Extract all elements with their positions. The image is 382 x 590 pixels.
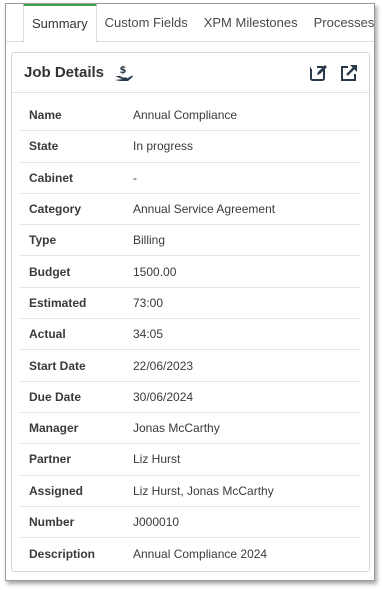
detail-label: Cabinet bbox=[29, 170, 74, 185]
tab-custom-fields[interactable]: Custom Fields bbox=[97, 4, 196, 41]
detail-value: Liz Hurst, Jonas McCarthy bbox=[133, 483, 274, 498]
hand-money-icon: $ bbox=[114, 64, 134, 82]
detail-label: Type bbox=[29, 233, 57, 248]
detail-value: Jonas McCarthy bbox=[133, 421, 220, 436]
detail-value: - bbox=[133, 170, 137, 185]
detail-label: Assigned bbox=[29, 483, 84, 498]
detail-row-start-date: Start Date 22/06/2023 bbox=[19, 350, 361, 382]
detail-value: 73:00 bbox=[133, 295, 164, 310]
detail-label: Partner bbox=[29, 452, 72, 467]
svg-text:$: $ bbox=[120, 65, 127, 76]
detail-value: Annual Service Agreement bbox=[133, 202, 276, 217]
detail-value: Liz Hurst bbox=[133, 452, 181, 467]
detail-row-due-date: Due Date 30/06/2024 bbox=[19, 382, 361, 413]
job-details-panel: Job Details $ Name Annual Compliance Sta… bbox=[11, 52, 370, 572]
detail-label: Start Date bbox=[29, 358, 86, 373]
detail-label: Budget bbox=[29, 264, 71, 279]
detail-row-assigned: Assigned Liz Hurst, Jonas McCarthy bbox=[19, 476, 361, 507]
detail-value: Annual Compliance 2024 bbox=[133, 546, 268, 561]
detail-row-number: Number J000010 bbox=[19, 507, 361, 539]
detail-label: State bbox=[29, 139, 59, 154]
detail-value: J000010 bbox=[133, 515, 180, 529]
detail-row-partner: Partner Liz Hurst bbox=[19, 444, 361, 476]
tab-processes[interactable]: Processes bbox=[306, 4, 374, 41]
detail-value: In progress bbox=[133, 139, 194, 154]
edit-icon[interactable] bbox=[309, 63, 329, 83]
detail-row-category: Category Annual Service Agreement bbox=[19, 194, 361, 226]
detail-label: Name bbox=[29, 108, 62, 123]
detail-label: Description bbox=[29, 546, 96, 561]
detail-row-name: Name Annual Compliance bbox=[19, 100, 361, 132]
detail-value: Billing bbox=[133, 233, 166, 248]
detail-row-state: State In progress bbox=[19, 131, 361, 163]
detail-row-budget: Budget 1500.00 bbox=[19, 256, 361, 288]
panel-header: Job Details $ bbox=[12, 53, 369, 93]
tab-bar: Summary Custom Fields XPM Milestones Pro… bbox=[6, 4, 374, 42]
detail-row-estimated: Estimated 73:00 bbox=[19, 288, 361, 320]
tab-summary[interactable]: Summary bbox=[23, 4, 97, 42]
details-list: Name Annual Compliance State In progress C… bbox=[12, 93, 369, 569]
detail-label: Number bbox=[29, 515, 75, 529]
detail-value: Annual Compliance bbox=[133, 108, 238, 123]
detail-label: Due Date bbox=[29, 389, 82, 404]
detail-label: Actual bbox=[29, 327, 66, 342]
window-frame: Summary Custom Fields XPM Milestones Pro… bbox=[5, 3, 375, 581]
detail-row-type: Type Billing bbox=[19, 225, 361, 257]
tab-xpm-milestones[interactable]: XPM Milestones bbox=[196, 4, 306, 41]
detail-row-actual: Actual 34:05 bbox=[19, 319, 361, 351]
detail-row-description: Description Annual Compliance 2024 bbox=[19, 538, 361, 569]
panel-title: Job Details bbox=[24, 64, 105, 81]
detail-value: 22/06/2023 bbox=[133, 358, 194, 373]
detail-label: Estimated bbox=[29, 295, 87, 310]
detail-value: 30/06/2024 bbox=[133, 389, 194, 404]
detail-value: 1500.00 bbox=[133, 264, 177, 279]
header-actions bbox=[309, 63, 359, 83]
detail-row-cabinet: Cabinet - bbox=[19, 163, 361, 194]
detail-row-manager: Manager Jonas McCarthy bbox=[19, 413, 361, 445]
detail-label: Manager bbox=[29, 421, 79, 436]
detail-value: 34:05 bbox=[133, 327, 164, 342]
detail-label: Category bbox=[29, 202, 82, 217]
open-external-icon[interactable] bbox=[339, 63, 359, 83]
